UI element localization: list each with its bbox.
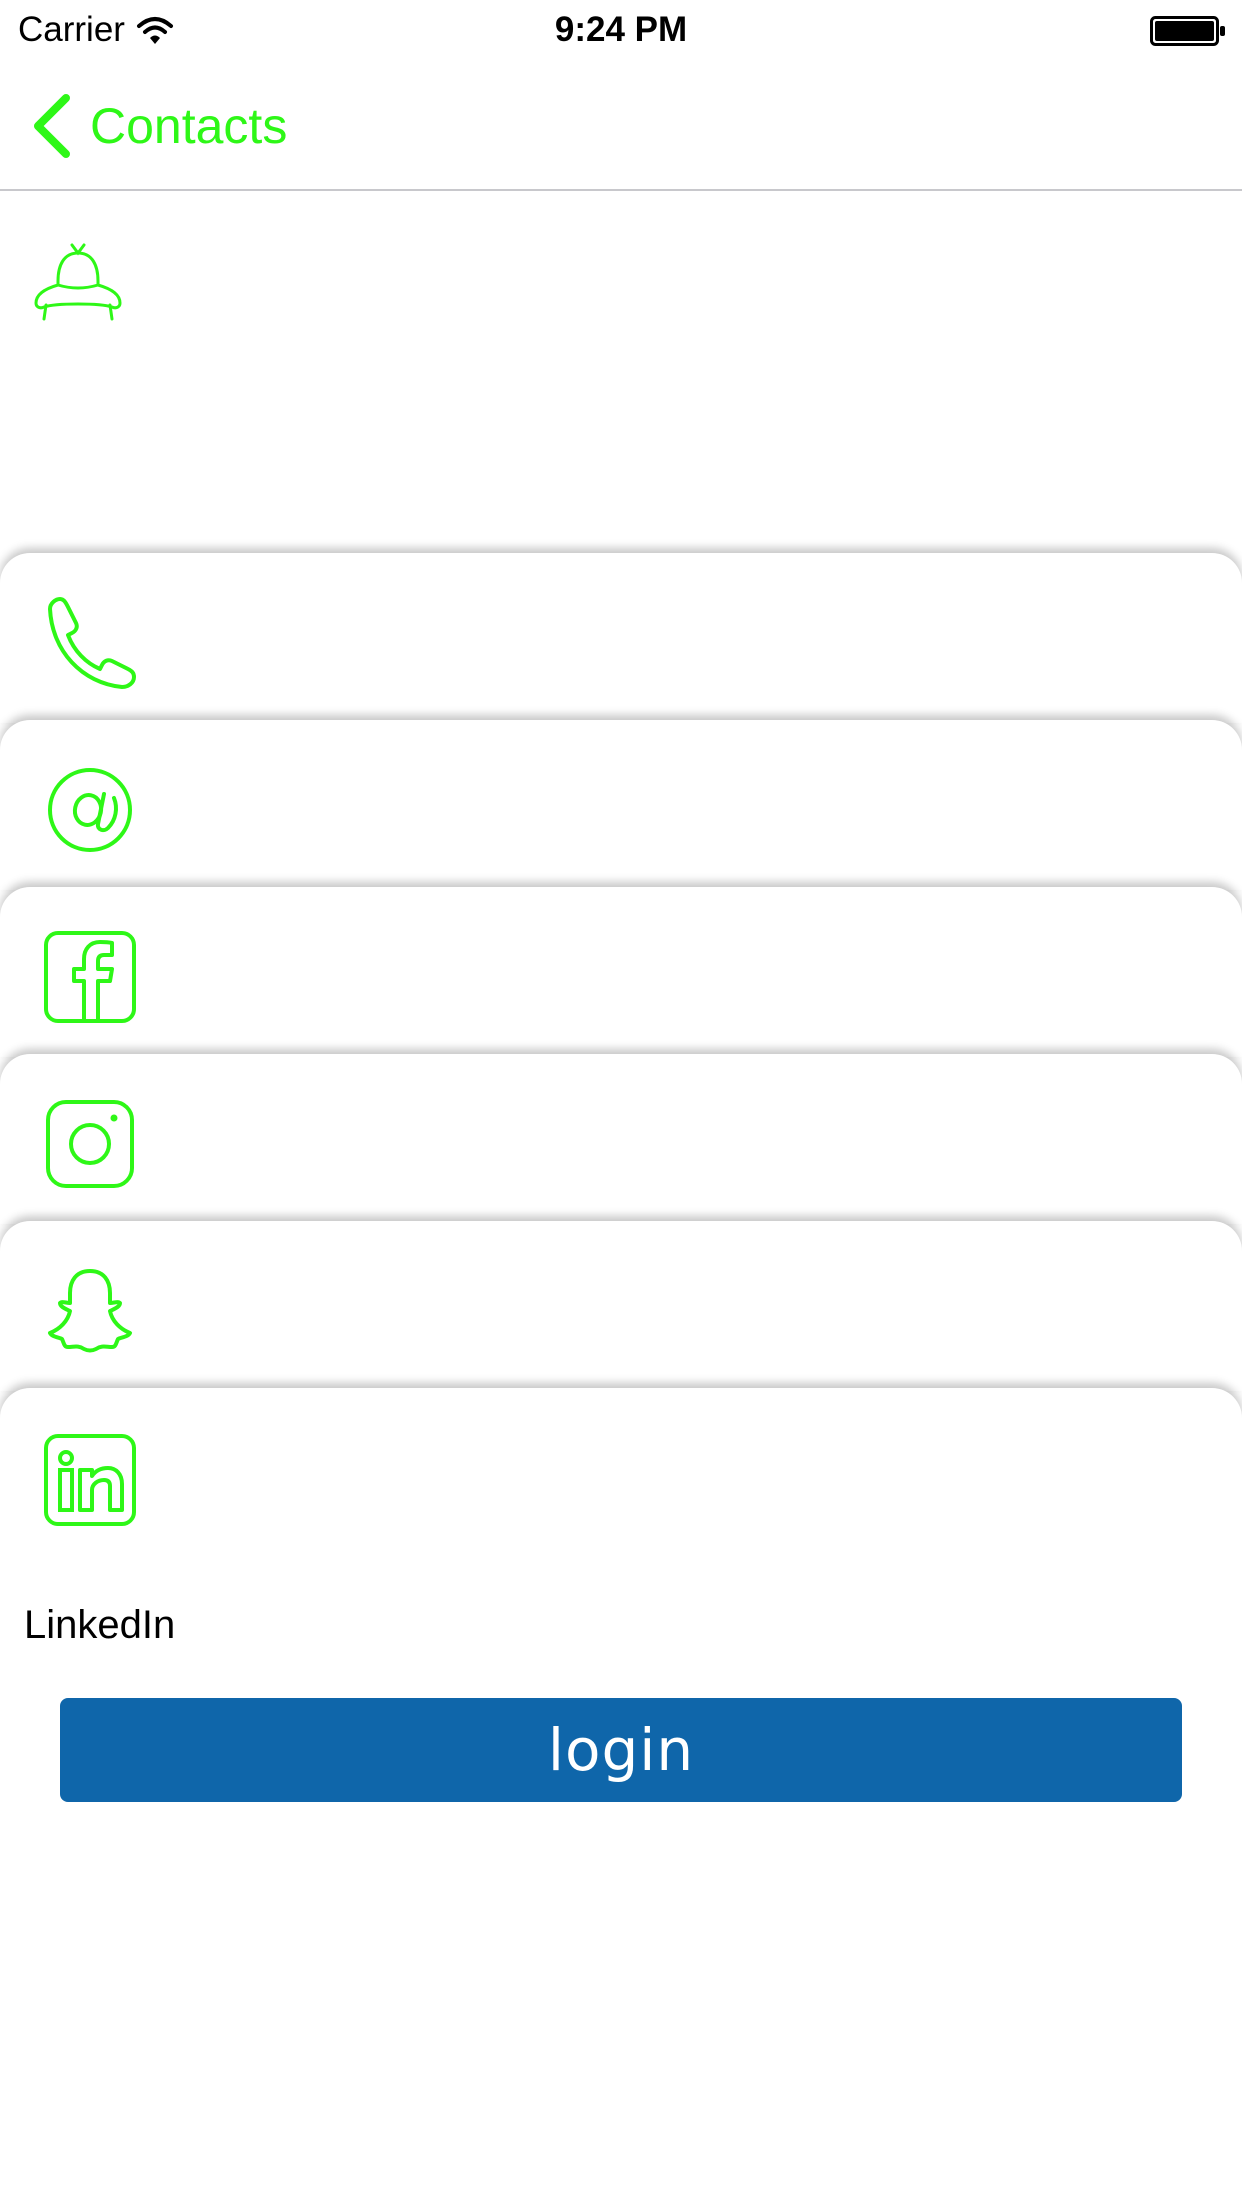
email-at-icon[interactable] <box>42 762 138 858</box>
facebook-icon[interactable] <box>42 929 138 1025</box>
linkedin-label: LinkedIn <box>24 1603 176 1647</box>
contact-card-facebook <box>0 887 1242 1057</box>
battery-icon <box>1150 16 1225 46</box>
phone-icon[interactable] <box>42 595 138 691</box>
contact-card-email <box>0 720 1242 890</box>
linkedin-icon[interactable] <box>42 1432 138 1528</box>
navigation-bar: Contacts <box>0 60 1242 191</box>
login-button[interactable]: login <box>60 1698 1182 1802</box>
snapchat-icon[interactable] <box>42 1263 138 1359</box>
screen: Carrier 9:24 PM Contacts LinkedIn login <box>0 0 1242 2208</box>
contact-card-phone <box>0 553 1242 723</box>
ufo-icon[interactable] <box>30 243 126 323</box>
clock: 9:24 PM <box>554 10 688 49</box>
instagram-icon[interactable] <box>42 1096 138 1192</box>
status-bar: Carrier 9:24 PM <box>0 0 1242 60</box>
contact-card-ufo <box>0 193 1242 553</box>
contact-card-snapchat <box>0 1221 1242 1391</box>
chevron-left-icon <box>34 94 70 158</box>
back-label: Contacts <box>90 98 288 154</box>
contact-card-instagram <box>0 1054 1242 1224</box>
back-button[interactable]: Contacts <box>30 94 287 158</box>
